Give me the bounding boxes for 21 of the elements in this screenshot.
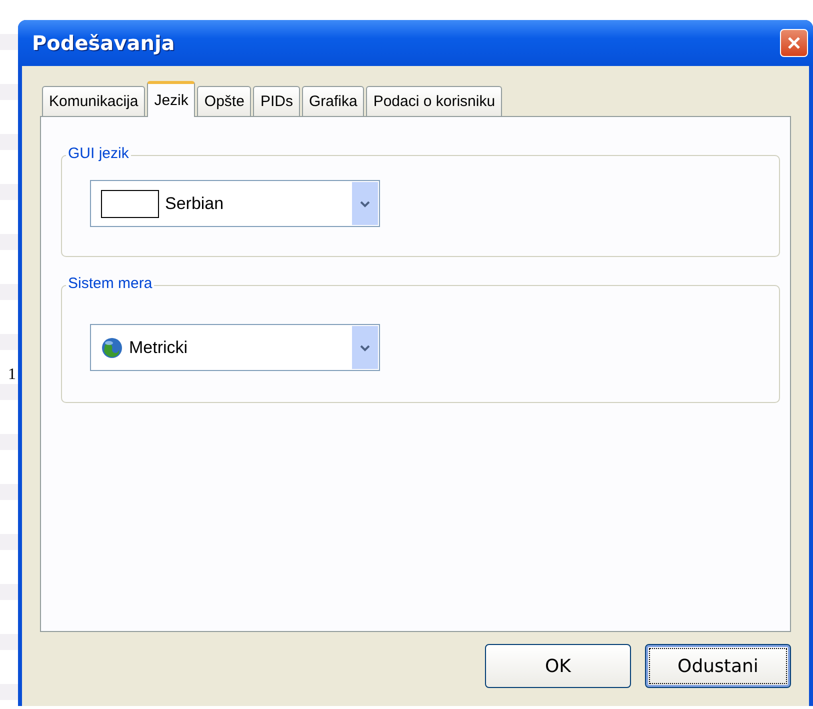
window-title: Podešavanja bbox=[32, 31, 175, 55]
dropdown-arrow-button[interactable] bbox=[352, 182, 378, 225]
tab[interactable]: Opšte bbox=[197, 86, 252, 116]
chevron-down-icon bbox=[360, 200, 370, 208]
background-text: 1 bbox=[8, 366, 16, 384]
dropdown-arrow-button[interactable] bbox=[352, 326, 378, 369]
tab[interactable]: Podaci o korisniku bbox=[366, 86, 502, 116]
dropdown[interactable]: Metricki bbox=[90, 324, 380, 371]
dialog-button[interactable]: OK bbox=[485, 644, 631, 688]
close-icon bbox=[787, 36, 801, 50]
close-button[interactable] bbox=[780, 29, 808, 57]
tab[interactable]: PIDs bbox=[253, 86, 300, 116]
dialog-button[interactable]: Odustani bbox=[645, 644, 791, 688]
globe-icon bbox=[101, 336, 123, 358]
group-title: GUI jezik bbox=[66, 145, 131, 162]
chevron-down-icon bbox=[360, 344, 370, 352]
tab[interactable]: Komunikacija bbox=[42, 86, 146, 116]
dropdown[interactable]: Serbian bbox=[90, 180, 380, 227]
tab[interactable]: Grafika bbox=[302, 86, 364, 116]
flag-icon bbox=[101, 190, 159, 218]
tab[interactable]: Jezik bbox=[147, 81, 196, 117]
